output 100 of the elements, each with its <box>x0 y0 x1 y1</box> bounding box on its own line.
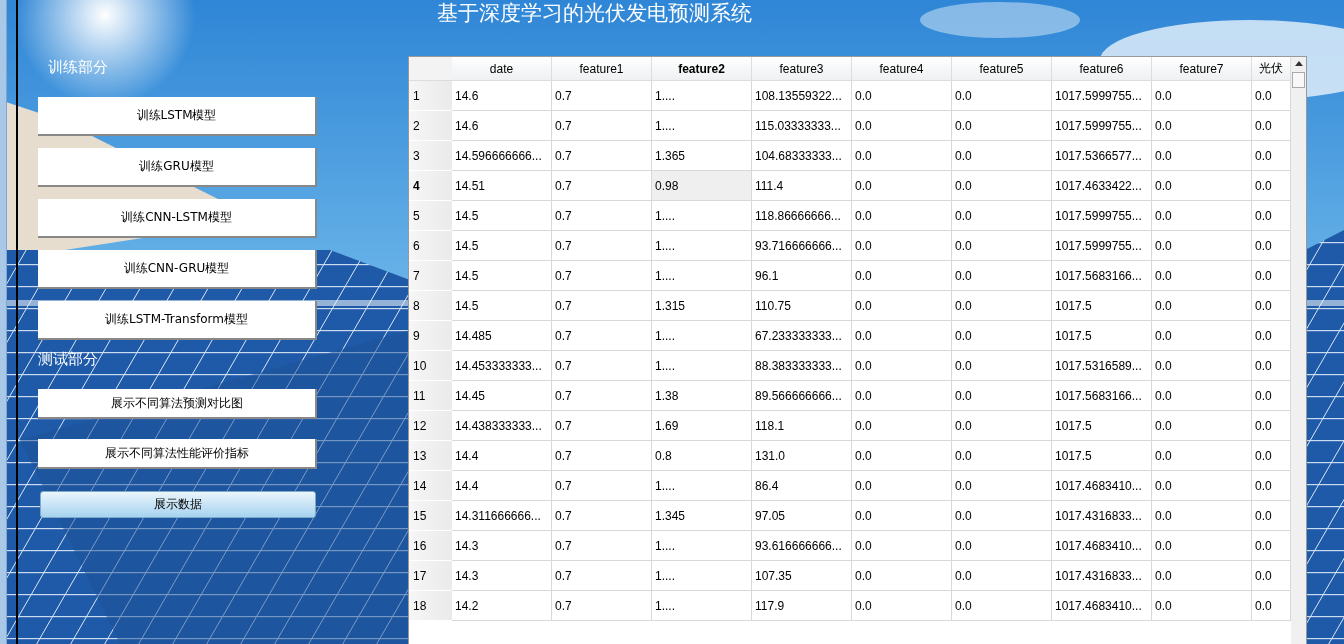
table-cell: 0.7 <box>552 261 652 291</box>
row-header[interactable]: 12 <box>409 411 452 441</box>
row-header[interactable]: 17 <box>409 561 452 591</box>
column-header[interactable]: feature7 <box>1152 57 1252 81</box>
table-cell: 0.0 <box>952 501 1052 531</box>
table-cell: 0.0 <box>852 261 952 291</box>
column-header[interactable]: date <box>452 57 552 81</box>
table-cell: 0.0 <box>852 501 952 531</box>
table-cell: 1.345 <box>652 501 752 531</box>
table-cell: 1.... <box>652 261 752 291</box>
column-header[interactable]: 光伏 <box>1252 57 1291 81</box>
row-header[interactable]: 18 <box>409 591 452 621</box>
table-cell: 0.0 <box>1152 591 1252 621</box>
row-header[interactable]: 7 <box>409 261 452 291</box>
action-button[interactable]: 训练GRU模型 <box>38 148 317 187</box>
table-cell: 0.0 <box>1152 171 1252 201</box>
row-header[interactable]: 5 <box>409 201 452 231</box>
table-cell: 0.7 <box>552 141 652 171</box>
table-cell: 0.0 <box>852 561 952 591</box>
table-cell: 0.0 <box>1152 231 1252 261</box>
action-button[interactable]: 训练LSTM模型 <box>38 97 317 136</box>
row-header[interactable]: 10 <box>409 351 452 381</box>
row-header[interactable]: 6 <box>409 231 452 261</box>
table-cell: 0.7 <box>552 321 652 351</box>
row-header[interactable]: 11 <box>409 381 452 411</box>
table-cell: 0.0 <box>952 411 1052 441</box>
table-cell: 0.0 <box>952 531 1052 561</box>
scrollbar[interactable] <box>1291 57 1306 644</box>
table-cell: 0.8 <box>652 441 752 471</box>
column-header[interactable]: feature5 <box>952 57 1052 81</box>
row-header[interactable]: 15 <box>409 501 452 531</box>
row-header[interactable]: 9 <box>409 321 452 351</box>
action-button[interactable]: 展示不同算法预测对比图 <box>38 389 317 419</box>
table-cell: 14.6 <box>452 111 552 141</box>
table-cell: 1.... <box>652 351 752 381</box>
table-cell: 0.0 <box>1152 561 1252 591</box>
table-cell: 118.86666666... <box>752 201 852 231</box>
table-cell: 0.0 <box>852 201 952 231</box>
scroll-up-icon[interactable] <box>1294 61 1303 66</box>
table-cell: 1017.5366577... <box>1052 141 1152 171</box>
table-cell: 0.0 <box>852 321 952 351</box>
table-cell: 0.0 <box>852 381 952 411</box>
table-cell: 0.0 <box>852 171 952 201</box>
table-cell: 1017.4316833... <box>1052 501 1152 531</box>
table-cell: 0.0 <box>952 141 1052 171</box>
row-header[interactable]: 14 <box>409 471 452 501</box>
table-cell: 0.0 <box>852 81 952 111</box>
table-cell: 1017.5 <box>1052 321 1152 351</box>
action-button[interactable]: 展示不同算法性能评价指标 <box>38 439 317 469</box>
table-cell: 0.0 <box>1152 351 1252 381</box>
table-cell: 0.7 <box>552 201 652 231</box>
row-header[interactable]: 16 <box>409 531 452 561</box>
action-button[interactable]: 训练LSTM-Transform模型 <box>38 301 317 340</box>
action-button[interactable]: 训练CNN-GRU模型 <box>38 250 317 289</box>
table-cell: 0.7 <box>552 561 652 591</box>
table-cell: 1.... <box>652 321 752 351</box>
table-cell: 0.0 <box>1152 261 1252 291</box>
action-button[interactable]: 展示数据 <box>40 491 316 518</box>
table-cell: 1017.4683410... <box>1052 471 1152 501</box>
table-cell: 0.7 <box>552 501 652 531</box>
table-cell: 111.4 <box>752 171 852 201</box>
table-cell: 14.5 <box>452 291 552 321</box>
table-corner[interactable] <box>409 57 452 81</box>
column-header[interactable]: feature1 <box>552 57 652 81</box>
table-cell: 1017.5 <box>1052 291 1152 321</box>
row-header[interactable]: 1 <box>409 81 452 111</box>
table-cell: 0.0 <box>852 111 952 141</box>
table-cell: 93.616666666... <box>752 531 852 561</box>
table-cell: 0.0 <box>1152 381 1252 411</box>
row-header[interactable]: 8 <box>409 291 452 321</box>
table-cell: 0.0 <box>852 591 952 621</box>
scroll-thumb[interactable] <box>1292 72 1305 88</box>
row-header[interactable]: 2 <box>409 111 452 141</box>
table-cell: 0.7 <box>552 531 652 561</box>
row-header[interactable]: 3 <box>409 141 452 171</box>
table-cell: 0.0 <box>952 351 1052 381</box>
column-header[interactable]: feature6 <box>1052 57 1152 81</box>
table-cell: 0.0 <box>952 261 1052 291</box>
table-cell: 14.453333333... <box>452 351 552 381</box>
table-cell: 0.7 <box>552 231 652 261</box>
table-cell: 1017.4316833... <box>1052 561 1152 591</box>
table-cell: 0.0 <box>952 381 1052 411</box>
table-cell: 1017.4683410... <box>1052 531 1152 561</box>
row-header[interactable]: 13 <box>409 441 452 471</box>
table-cell: 93.716666666... <box>752 231 852 261</box>
table-cell: 1.38 <box>652 381 752 411</box>
action-button[interactable]: 训练CNN-LSTM模型 <box>38 199 317 238</box>
table-cell: 0.0 <box>952 201 1052 231</box>
table-cell: 0.0 <box>952 441 1052 471</box>
table-cell: 96.1 <box>752 261 852 291</box>
table-cell: 86.4 <box>752 471 852 501</box>
table-cell: 14.5 <box>452 261 552 291</box>
column-header[interactable]: feature4 <box>852 57 952 81</box>
table-cell: 0.0 <box>952 321 1052 351</box>
table-cell: 1017.4633422... <box>1052 171 1152 201</box>
column-header[interactable]: feature2 <box>652 57 752 81</box>
table-cell: 1.... <box>652 531 752 561</box>
row-header[interactable]: 4 <box>409 171 452 201</box>
table-cell: 0.7 <box>552 471 652 501</box>
column-header[interactable]: feature3 <box>752 57 852 81</box>
